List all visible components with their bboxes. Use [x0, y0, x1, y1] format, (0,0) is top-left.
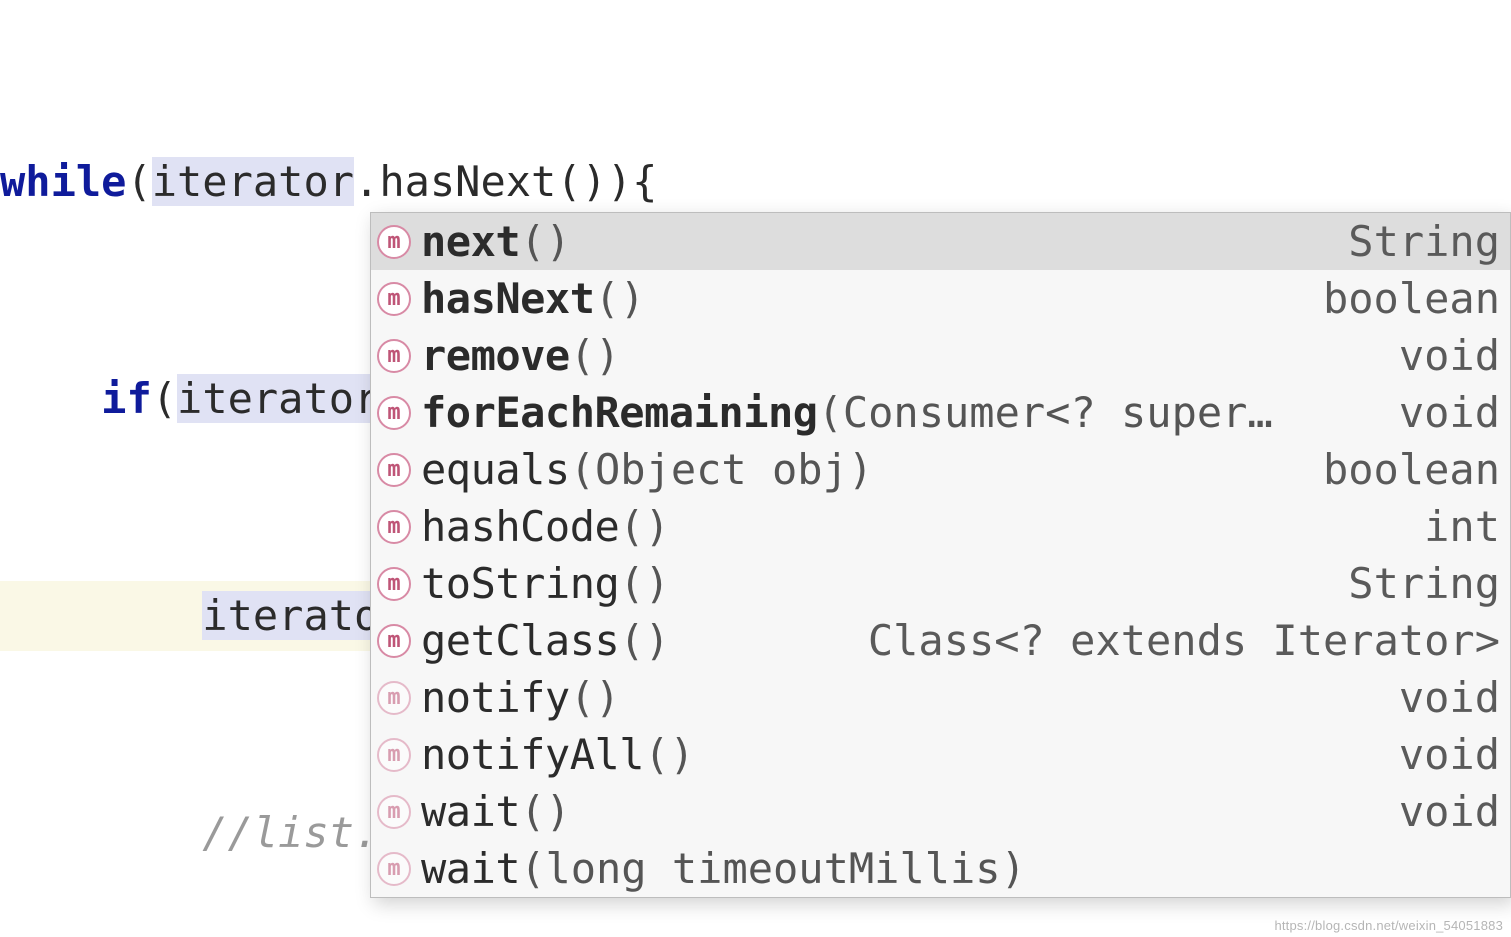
variable-iterator: iterator [152, 157, 354, 206]
autocomplete-item-toString[interactable]: m toString() String [371, 555, 1510, 612]
method-icon: m [377, 738, 411, 772]
method-params: () [619, 616, 670, 665]
code-text: .hasNext()){ [354, 157, 657, 206]
autocomplete-item-left: m forEachRemaining(Consumer<? super… [377, 384, 1273, 441]
method-params: () [570, 673, 621, 722]
autocomplete-item-wait[interactable]: mwait(long timeoutMillis) [371, 840, 1510, 897]
method-params: (long timeoutMillis) [520, 844, 1026, 893]
method-params: () [619, 559, 670, 608]
autocomplete-item-left: m hashCode() [377, 498, 670, 555]
method-icon: m [377, 624, 411, 658]
autocomplete-item-left: mremove() [377, 327, 620, 384]
method-icon: m [377, 852, 411, 886]
return-type: boolean [1323, 441, 1500, 498]
autocomplete-item-text: hasNext() [421, 270, 645, 327]
indent [0, 591, 202, 640]
autocomplete-item-text: notify() [421, 669, 620, 726]
comment: //list. [202, 808, 379, 857]
autocomplete-item-left: mequals(Object obj) [377, 441, 873, 498]
autocomplete-item-text: toString() [421, 555, 670, 612]
return-type: String [1348, 213, 1500, 270]
autocomplete-item-text: remove() [421, 327, 620, 384]
autocomplete-item-left: mnotify() [377, 669, 620, 726]
return-type: void [1399, 384, 1500, 441]
autocomplete-item-getClass[interactable]: m getClass() Class<? extends Iterator> [371, 612, 1510, 669]
keyword-if: if [101, 374, 152, 423]
autocomplete-item-text: hashCode() [421, 498, 670, 555]
autocomplete-item-left: m getClass() [377, 612, 670, 669]
method-params: () [520, 787, 571, 836]
autocomplete-item-wait[interactable]: mwait()void [371, 783, 1510, 840]
method-params: () [619, 502, 670, 551]
autocomplete-item-left: mwait(long timeoutMillis) [377, 840, 1026, 897]
method-name: hasNext [421, 274, 595, 323]
method-params: () [570, 331, 621, 380]
method-name: toString [421, 559, 619, 608]
method-icon: m [377, 510, 411, 544]
method-icon: m [377, 339, 411, 373]
autocomplete-item-left: mnext() [377, 213, 571, 270]
return-type: Class<? extends Iterator> [868, 612, 1500, 669]
code-editor[interactable]: while(iterator.hasNext()){ if(iterator.n… [0, 0, 1511, 937]
autocomplete-item-remove[interactable]: mremove()void [371, 327, 1510, 384]
autocomplete-item-hasNext[interactable]: m hasNext() boolean [371, 270, 1510, 327]
code-text: ( [126, 157, 151, 206]
autocomplete-item-left: mwait() [377, 783, 571, 840]
variable-iterator: iterator [177, 374, 379, 423]
code-text: ( [152, 374, 177, 423]
return-type: void [1399, 783, 1500, 840]
autocomplete-item-text: equals(Object obj) [421, 441, 873, 498]
autocomplete-item-text: next() [421, 213, 571, 270]
autocomplete-item-notifyAll[interactable]: m notifyAll() void [371, 726, 1510, 783]
autocomplete-item-forEachRemaining[interactable]: m forEachRemaining(Consumer<? super… void [371, 384, 1510, 441]
method-icon: m [377, 567, 411, 601]
autocomplete-item-hashCode[interactable]: m hashCode() int [371, 498, 1510, 555]
return-type: int [1424, 498, 1500, 555]
autocomplete-item-text: notifyAll() [421, 726, 695, 783]
autocomplete-item-equals[interactable]: mequals(Object obj)boolean [371, 441, 1510, 498]
method-icon: m [377, 225, 411, 259]
method-name: wait [421, 787, 520, 836]
method-name: remove [421, 331, 570, 380]
method-icon: m [377, 795, 411, 829]
method-params: (Consumer<? super… [818, 388, 1273, 437]
autocomplete-item-notify[interactable]: mnotify()void [371, 669, 1510, 726]
return-type: void [1399, 669, 1500, 726]
method-name: forEachRemaining [421, 388, 818, 437]
keyword-while: while [0, 157, 126, 206]
indent [0, 808, 202, 857]
method-name: next [421, 217, 520, 266]
method-params: (Object obj) [570, 445, 873, 494]
indent [0, 374, 101, 423]
return-type: void [1399, 726, 1500, 783]
method-name: equals [421, 445, 570, 494]
autocomplete-item-next[interactable]: mnext()String [371, 213, 1510, 270]
method-name: wait [421, 844, 520, 893]
autocomplete-item-left: m hasNext() [377, 270, 645, 327]
method-name: notify [421, 673, 570, 722]
return-type: boolean [1323, 270, 1500, 327]
method-params: () [595, 274, 646, 323]
autocomplete-item-text: wait(long timeoutMillis) [421, 840, 1026, 897]
autocomplete-item-left: m notifyAll() [377, 726, 695, 783]
method-name: hashCode [421, 502, 619, 551]
autocomplete-item-text: wait() [421, 783, 571, 840]
code-line[interactable]: while(iterator.hasNext()){ [0, 147, 1511, 217]
return-type: void [1399, 327, 1500, 384]
autocomplete-item-text: getClass() [421, 612, 670, 669]
method-params: () [644, 730, 695, 779]
method-icon: m [377, 282, 411, 316]
method-icon: m [377, 453, 411, 487]
autocomplete-popup[interactable]: mnext()StringmhasNext()booleanmremove()v… [370, 212, 1511, 898]
method-name: notifyAll [421, 730, 644, 779]
method-params: () [520, 217, 571, 266]
autocomplete-item-text: forEachRemaining(Consumer<? super… [421, 384, 1273, 441]
method-icon: m [377, 681, 411, 715]
watermark: https://blog.csdn.net/weixin_54051883 [1274, 918, 1503, 933]
method-name: getClass [421, 616, 619, 665]
return-type: String [1348, 555, 1500, 612]
autocomplete-item-left: m toString() [377, 555, 670, 612]
method-icon: m [377, 396, 411, 430]
